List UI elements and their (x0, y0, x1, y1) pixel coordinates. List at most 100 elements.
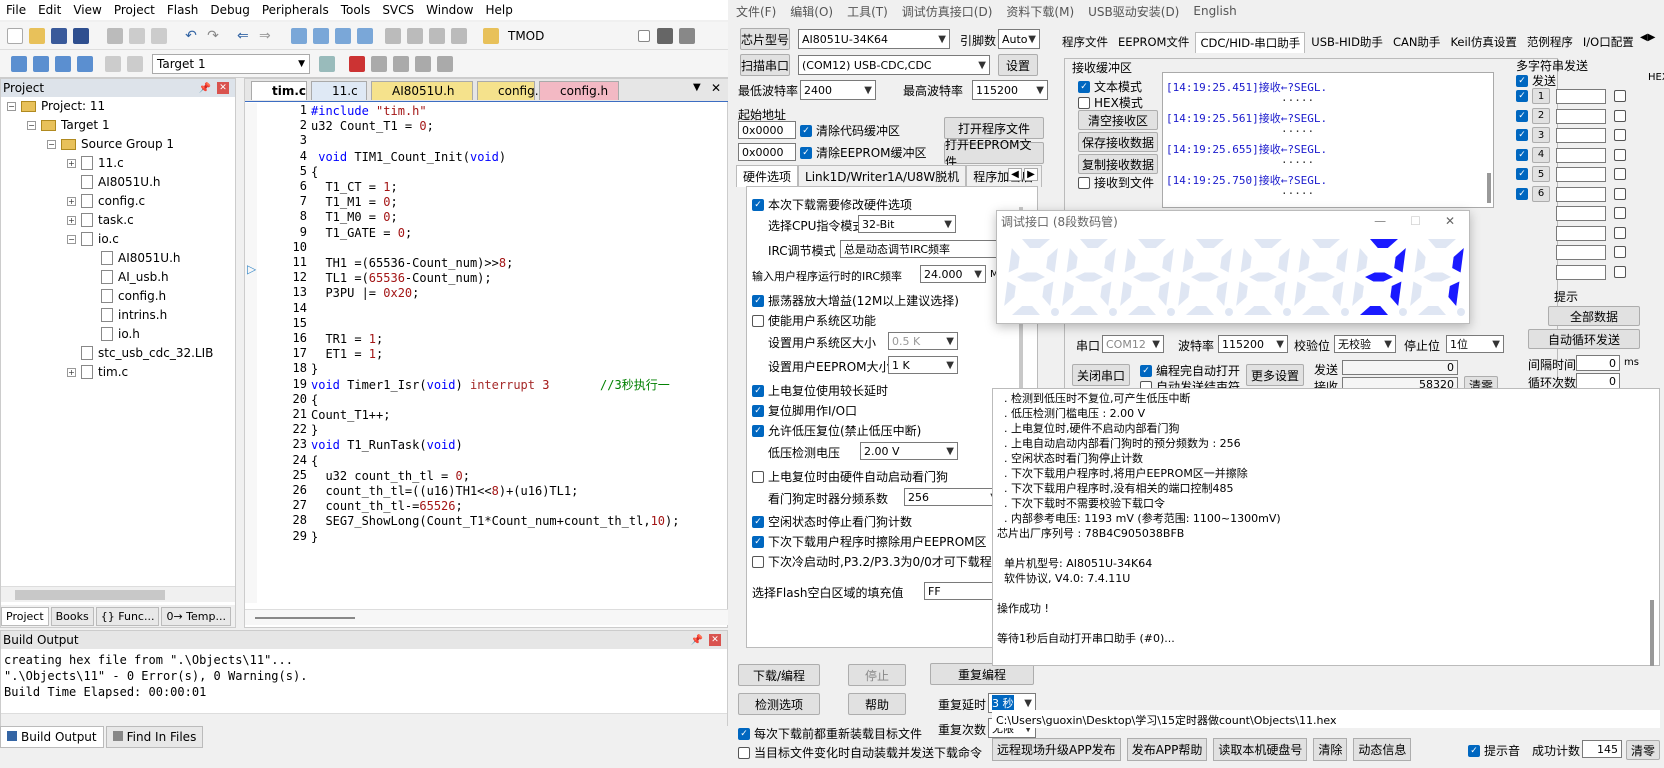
redo-icon[interactable]: ↷ (205, 28, 221, 44)
multi-send-hex-checkbox[interactable] (1614, 129, 1626, 141)
parity-select[interactable]: 无校验 ▼ (1334, 335, 1396, 353)
copy-receive-button[interactable]: 复制接收数据 (1078, 154, 1158, 174)
tree-item[interactable]: io.h (87, 327, 140, 341)
close-icon[interactable]: ✕ (217, 82, 229, 94)
option-select[interactable]: 总是动态调节IRC频率▼ (840, 240, 1012, 258)
multi-send-button[interactable]: 4 (1532, 146, 1550, 163)
multi-send-input[interactable] (1556, 186, 1606, 202)
code-line[interactable]: u32 count_th_tl = 0; (311, 468, 470, 484)
expand-icon[interactable]: + (67, 158, 76, 168)
stop-button[interactable]: 停止 (848, 664, 906, 686)
tree-item[interactable]: + tim.c (67, 365, 128, 379)
multi-send-input[interactable] (1556, 206, 1606, 221)
menu-project[interactable]: Project (114, 3, 155, 17)
expand-icon[interactable]: + (67, 367, 76, 377)
com-select[interactable]: COM12 ▼ (1102, 335, 1164, 353)
bookmark-prev-icon[interactable] (313, 27, 329, 44)
tree-item[interactable]: − Source Group 1 (47, 137, 174, 151)
code-line[interactable]: { (311, 392, 318, 408)
editor-tab[interactable]: tim.c (251, 81, 307, 100)
option-select[interactable]: 2.00 V ▼ (860, 442, 958, 460)
code-line[interactable]: void T1_RunTask(void) (311, 437, 463, 453)
option-checkbox[interactable]: ✓ (752, 404, 764, 417)
chip-model-select[interactable]: AI8051U-34K64 ▼ (798, 29, 950, 49)
tree-item[interactable]: − io.c (67, 232, 119, 246)
auto-loop-send-button[interactable]: 自动循环发送 (1528, 329, 1640, 349)
code-start-address-input[interactable]: 0x0000 (738, 121, 796, 139)
copy-icon[interactable] (129, 27, 145, 44)
function-tab[interactable]: 程序文件 (1058, 32, 1112, 52)
tab-scroll-left-icon[interactable]: ◀ (1008, 168, 1022, 181)
multi-send-hex-checkbox[interactable] (1614, 226, 1626, 239)
option-checkbox[interactable] (752, 555, 764, 568)
multi-send-hex-checkbox[interactable] (1614, 90, 1626, 102)
select-packs-icon[interactable] (415, 55, 431, 72)
receive-text-area[interactable]: [14:19:25.451]接收←?SEGL...... [14:19:25.56… (1162, 72, 1494, 208)
code-line[interactable]: } (311, 361, 318, 377)
receive-to-file-checkbox[interactable] (1078, 176, 1090, 189)
hex-mode-radio[interactable] (1078, 96, 1090, 109)
bottom-tab[interactable]: Find In Files (105, 726, 204, 748)
reload-before-download-checkbox[interactable]: ✓ (738, 727, 750, 740)
panel-tab[interactable]: Project (1, 606, 49, 626)
function-tab[interactable]: CDC/HID-串口助手 (1195, 31, 1306, 53)
multi-send-button[interactable]: 1 (1532, 88, 1550, 104)
all-data-button[interactable]: 全部数据 (1548, 306, 1640, 326)
code-line[interactable]: u32 Count_T1 = 0; (311, 118, 434, 134)
send-all-checkbox[interactable]: ✓ (1516, 74, 1528, 87)
bottom-action-button[interactable]: 远程现场升级APP发布 (992, 737, 1121, 761)
menu-view[interactable]: View (73, 3, 101, 17)
multi-send-button[interactable]: 2 (1532, 107, 1550, 124)
tree-hscroll-thumb[interactable] (15, 590, 165, 600)
function-tab[interactable]: CAN助手 (1389, 32, 1445, 52)
tree-item[interactable]: stc_usb_cdc_32.LIB (67, 346, 213, 360)
stc-menu-item[interactable]: 文件(F) (736, 3, 776, 20)
loop-count-input[interactable]: 0 (1576, 373, 1620, 389)
nav-back-icon[interactable]: ⇐ (237, 28, 253, 44)
uncomment-icon[interactable] (451, 27, 467, 44)
tab-scroll-right-icon[interactable]: ▶ (1024, 168, 1038, 181)
option-select[interactable]: 0.5 K ▼ (888, 332, 958, 350)
minimize-icon[interactable]: — (1374, 214, 1386, 228)
open-file-icon[interactable] (29, 27, 45, 44)
panel-tab[interactable]: Books (50, 606, 94, 626)
build-close-icon[interactable]: ✕ (709, 634, 721, 646)
stc-menu-item[interactable]: 资料下载(M) (1006, 3, 1074, 20)
manage-components-icon[interactable] (349, 55, 365, 72)
multi-send-checkbox[interactable]: ✓ (1516, 187, 1528, 200)
pin-icon[interactable]: 📌 (199, 83, 211, 94)
code-line[interactable]: TR1 = 1; (311, 331, 383, 347)
code-line[interactable]: } (311, 529, 318, 545)
tree-item[interactable]: AI8051U.h (67, 175, 161, 189)
bottom-action-button[interactable]: 发布APP帮助 (1126, 737, 1208, 761)
code-line[interactable]: count_th_tl-=65526; (311, 498, 462, 514)
option-checkbox[interactable]: ✓ (752, 294, 764, 307)
port-select[interactable]: (COM12) USB-CDC,CDC ▼ (798, 55, 990, 75)
option-checkbox[interactable] (752, 470, 764, 483)
log-scrollbar-thumb[interactable] (1650, 600, 1654, 666)
collapse-icon[interactable]: − (7, 101, 16, 111)
tree-item[interactable]: AI_usb.h (87, 270, 169, 284)
multi-send-button[interactable]: 5 (1532, 166, 1550, 182)
new-file-icon[interactable] (7, 27, 23, 44)
multi-project-icon[interactable] (437, 55, 453, 72)
incremental-find-icon[interactable] (679, 27, 695, 44)
save-icon[interactable] (51, 27, 67, 44)
save-receive-button[interactable]: 保存接收数据 (1078, 132, 1158, 152)
more-settings-button[interactable]: 更多设置 (1246, 364, 1304, 386)
collapse-icon[interactable]: − (27, 120, 36, 130)
receive-scrollbar[interactable] (1487, 173, 1491, 203)
tree-item[interactable]: + config.c (67, 194, 145, 208)
clear-code-checkbox[interactable]: ✓ (800, 124, 812, 137)
auto-open-checkbox[interactable]: ✓ (1140, 364, 1152, 377)
code-line[interactable]: #include "tim.h" (311, 103, 427, 119)
clear-receive-button[interactable]: 清空接收区 (1078, 110, 1158, 130)
hardware-tab[interactable]: 硬件选项 (736, 165, 799, 187)
target-options-icon[interactable] (319, 55, 335, 72)
function-tab[interactable]: 范例程序 (1523, 32, 1577, 52)
undo-icon[interactable]: ↶ (183, 28, 199, 44)
function-tab[interactable]: I/O口配置 (1579, 32, 1638, 52)
menu-debug[interactable]: Debug (210, 3, 249, 17)
tab-dropdown-icon[interactable]: ▼ (693, 82, 701, 93)
scan-port-button[interactable]: 扫描串口 (740, 54, 790, 76)
